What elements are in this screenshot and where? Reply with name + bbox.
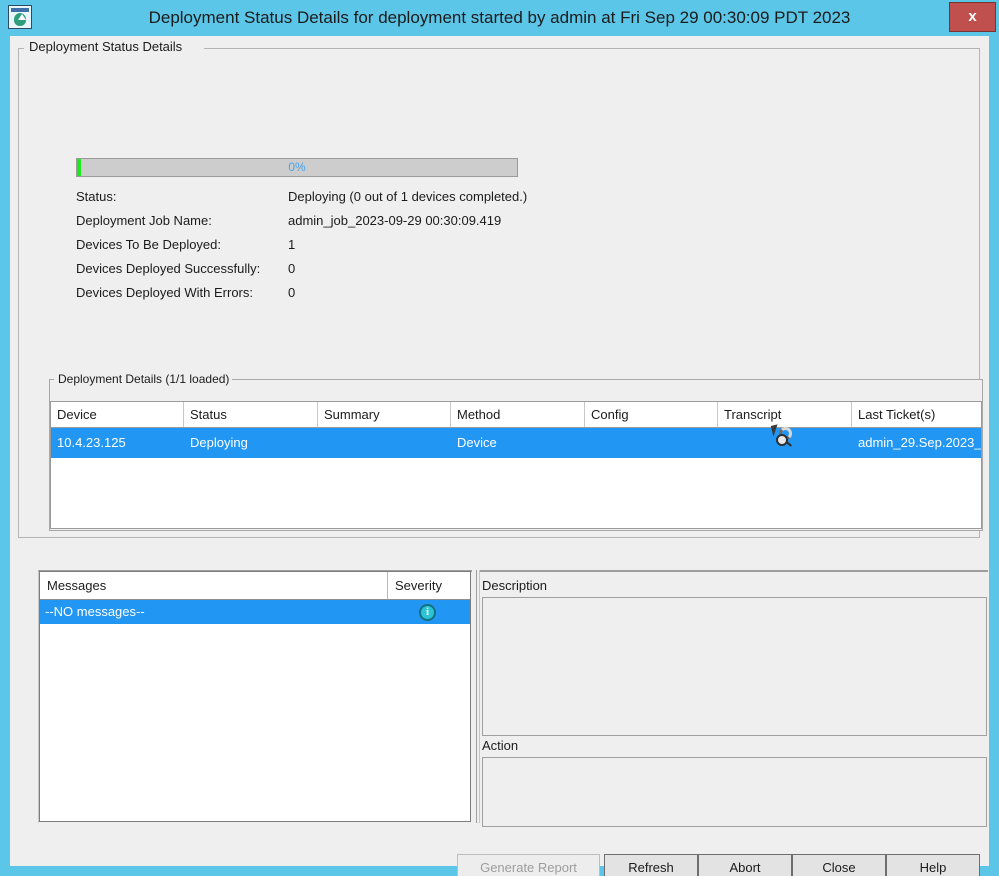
table-row[interactable]: 10.4.23.125 Deploying Device admin_29.Se… bbox=[51, 428, 982, 458]
field-devices-success-label: Devices Deployed Successfully: bbox=[76, 261, 261, 276]
column-header-last-ticket[interactable]: Last Ticket(s) bbox=[852, 402, 981, 427]
group-border-left bbox=[18, 48, 24, 49]
dialog-button-bar: Generate Report Refresh Abort Close Help bbox=[10, 832, 989, 876]
cell-last-ticket: admin_29.Sep.2023_0 bbox=[858, 435, 982, 450]
progress-percent-label: 0% bbox=[288, 160, 306, 174]
cell-summary bbox=[318, 428, 451, 458]
description-label: Description bbox=[482, 578, 548, 593]
status-group-legend: Deployment Status Details bbox=[26, 39, 186, 54]
client-area: Deployment Status Details 0% Status: Dep… bbox=[10, 36, 989, 876]
deployment-details-table[interactable]: Device Status Summary Method Config Tran… bbox=[50, 401, 982, 529]
column-header-severity[interactable]: Severity bbox=[388, 572, 470, 599]
details-border-right bbox=[225, 379, 983, 380]
generate-report-button[interactable]: Generate Report bbox=[457, 854, 600, 876]
messages-header-row: Messages Severity bbox=[40, 572, 470, 600]
column-header-messages[interactable]: Messages bbox=[40, 572, 388, 599]
column-header-summary[interactable]: Summary bbox=[318, 402, 451, 427]
field-job-name-label: Deployment Job Name: bbox=[76, 213, 212, 228]
field-status-value: Deploying (0 out of 1 devices completed.… bbox=[288, 189, 528, 204]
cell-device: 10.4.23.125 bbox=[57, 435, 126, 450]
table-header-row: Device Status Summary Method Config Tran… bbox=[51, 402, 981, 428]
field-status-label: Status: bbox=[76, 189, 117, 204]
close-icon[interactable]: x bbox=[949, 2, 996, 32]
column-header-transcript[interactable]: Transcript bbox=[718, 402, 852, 427]
title-bar: Deployment Status Details for deployment… bbox=[0, 0, 999, 36]
field-devices-errors-label: Devices Deployed With Errors: bbox=[76, 285, 253, 300]
message-list-item[interactable]: --NO messages-- i bbox=[40, 600, 470, 624]
deployment-status-window: Deployment Status Details for deployment… bbox=[0, 0, 999, 876]
cell-status: Deploying bbox=[190, 435, 248, 450]
refresh-button[interactable]: Refresh bbox=[604, 854, 698, 876]
deployment-progress-bar: 0% bbox=[76, 158, 518, 177]
column-header-status[interactable]: Status bbox=[184, 402, 318, 427]
field-devices-to-deploy-value: 1 bbox=[288, 237, 296, 252]
column-header-config[interactable]: Config bbox=[585, 402, 718, 427]
close-button[interactable]: Close bbox=[792, 854, 886, 876]
description-textarea[interactable] bbox=[482, 597, 987, 736]
field-devices-errors-value: 0 bbox=[288, 285, 296, 300]
action-label: Action bbox=[482, 738, 519, 753]
detail-panes: Description Action bbox=[480, 570, 988, 827]
field-devices-to-deploy-label: Devices To Be Deployed: bbox=[76, 237, 222, 252]
cell-config bbox=[585, 428, 718, 458]
deployment-details-legend: Deployment Details (1/1 loaded) bbox=[55, 372, 233, 386]
group-border-right bbox=[204, 48, 980, 49]
help-button[interactable]: Help bbox=[886, 854, 980, 876]
info-icon: i bbox=[419, 604, 436, 621]
window-title: Deployment Status Details for deployment… bbox=[148, 8, 851, 27]
field-devices-success-value: 0 bbox=[288, 261, 296, 276]
busy-wait-cursor-icon bbox=[770, 424, 796, 449]
message-text: --NO messages-- bbox=[45, 604, 145, 619]
abort-button[interactable]: Abort bbox=[698, 854, 792, 876]
column-header-method[interactable]: Method bbox=[451, 402, 585, 427]
details-border-left bbox=[49, 379, 54, 380]
cell-method: Device bbox=[457, 435, 497, 450]
column-header-device[interactable]: Device bbox=[51, 402, 184, 427]
messages-panel[interactable]: Messages Severity --NO messages-- i bbox=[39, 571, 471, 822]
field-job-name-value: admin_job_2023-09-29 00:30:09.419 bbox=[288, 213, 502, 228]
bottom-split-area: Messages Severity --NO messages-- i Desc… bbox=[29, 567, 988, 827]
action-textarea[interactable] bbox=[482, 757, 987, 827]
